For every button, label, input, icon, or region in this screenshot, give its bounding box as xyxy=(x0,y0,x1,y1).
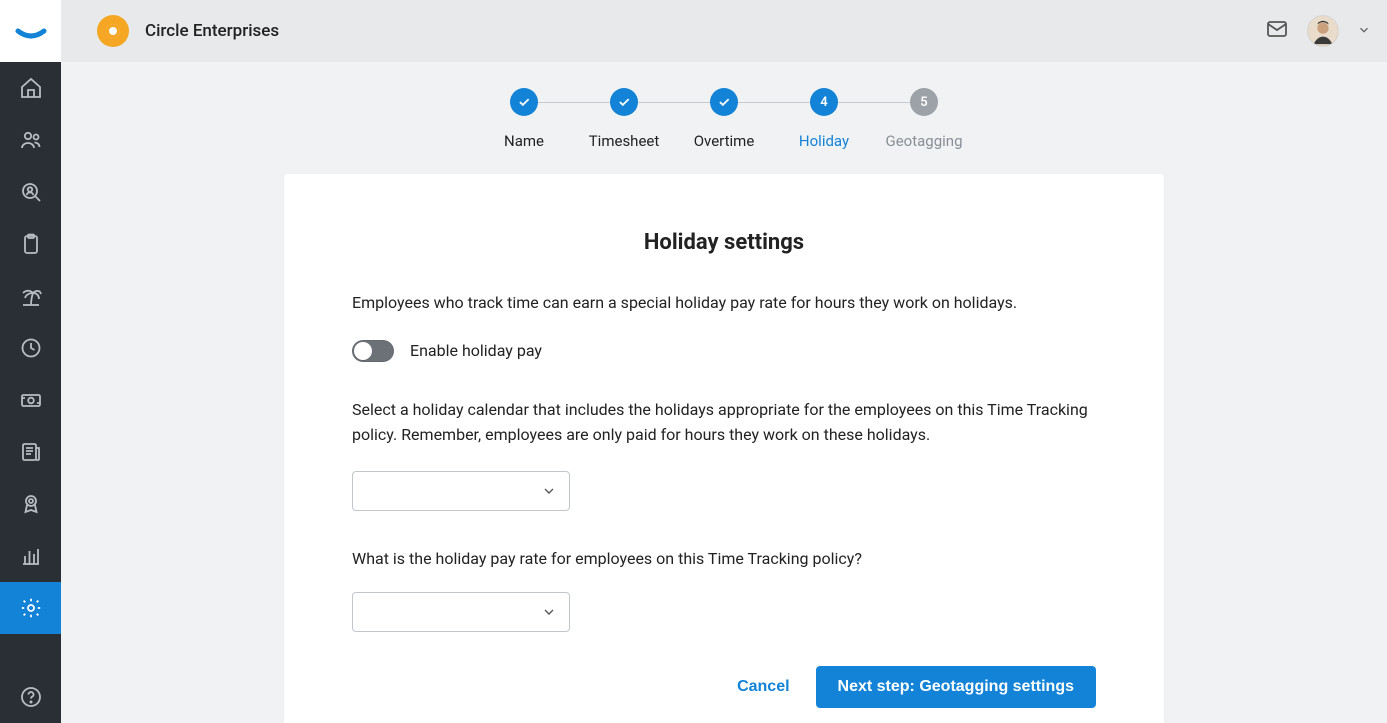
step-name[interactable]: Name xyxy=(474,88,574,150)
step-geotagging[interactable]: 5 Geotagging xyxy=(874,88,974,150)
check-icon xyxy=(517,95,531,109)
bar-chart-icon xyxy=(19,544,43,568)
chevron-down-icon xyxy=(541,604,557,620)
nav-time[interactable] xyxy=(0,322,61,374)
rate-help-text: What is the holiday pay rate for employe… xyxy=(352,547,1096,572)
user-menu-caret[interactable] xyxy=(1357,22,1371,41)
step-label: Holiday xyxy=(799,132,849,150)
inbox-button[interactable] xyxy=(1265,17,1289,45)
clock-icon xyxy=(19,336,43,360)
palm-tree-icon xyxy=(19,284,43,308)
toggle-label: Enable holiday pay xyxy=(410,341,542,360)
user-avatar[interactable] xyxy=(1307,15,1339,47)
chevron-down-icon xyxy=(541,483,557,499)
step-timesheet[interactable]: Timesheet xyxy=(574,88,674,150)
gear-icon xyxy=(19,596,43,620)
content-area: Name Timesheet Overtime 4 Holiday 5 Geot… xyxy=(61,62,1387,723)
check-icon xyxy=(617,95,631,109)
top-header: Circle Enterprises xyxy=(61,0,1387,62)
nav-hiring[interactable] xyxy=(0,166,61,218)
mail-icon xyxy=(1265,17,1289,41)
nav-files[interactable] xyxy=(0,218,61,270)
calendar-help-text: Select a holiday calendar that includes … xyxy=(352,398,1096,448)
company-name: Circle Enterprises xyxy=(145,21,279,41)
step-label: Name xyxy=(504,132,544,150)
chevron-down-icon xyxy=(1357,23,1371,37)
logo-swoosh-icon xyxy=(14,21,48,41)
nav-benefits[interactable] xyxy=(0,478,61,530)
card-actions: Cancel Next step: Geotagging settings xyxy=(352,666,1096,708)
step-holiday[interactable]: 4 Holiday xyxy=(774,88,874,150)
step-label: Geotagging xyxy=(886,132,963,150)
news-icon xyxy=(19,440,43,464)
nav-documents[interactable] xyxy=(0,426,61,478)
person-search-icon xyxy=(19,180,43,204)
step-label: Overtime xyxy=(694,132,755,150)
intro-text: Employees who track time can earn a spec… xyxy=(352,291,1096,316)
nav-timeoff[interactable] xyxy=(0,270,61,322)
wizard-stepper: Name Timesheet Overtime 4 Holiday 5 Geot… xyxy=(61,62,1387,150)
step-circle xyxy=(510,88,538,116)
step-circle: 5 xyxy=(910,88,938,116)
nav-help[interactable] xyxy=(0,671,61,723)
avatar-face-icon xyxy=(1308,15,1338,47)
company-logo xyxy=(97,15,129,47)
nav-payroll[interactable] xyxy=(0,374,61,426)
step-circle: 4 xyxy=(810,88,838,116)
award-icon xyxy=(19,492,43,516)
home-icon xyxy=(19,76,43,100)
toggle-knob xyxy=(354,342,372,360)
step-label: Timesheet xyxy=(589,132,660,150)
app-logo xyxy=(0,0,61,62)
nav-home[interactable] xyxy=(0,62,61,114)
settings-card: Holiday settings Employees who track tim… xyxy=(284,174,1164,723)
help-icon xyxy=(19,685,43,709)
people-icon xyxy=(19,128,43,152)
step-overtime[interactable]: Overtime xyxy=(674,88,774,150)
nav-settings[interactable] xyxy=(0,582,61,634)
nav-reports[interactable] xyxy=(0,530,61,582)
enable-holiday-pay-toggle[interactable] xyxy=(352,340,394,362)
check-icon xyxy=(717,95,731,109)
next-step-button[interactable]: Next step: Geotagging settings xyxy=(816,666,1096,708)
cancel-button[interactable]: Cancel xyxy=(737,678,789,696)
enable-holiday-pay-row: Enable holiday pay xyxy=(352,340,1096,362)
money-icon xyxy=(19,388,43,412)
card-title: Holiday settings xyxy=(352,230,1096,255)
step-circle xyxy=(610,88,638,116)
clipboard-icon xyxy=(19,232,43,256)
nav-people[interactable] xyxy=(0,114,61,166)
step-circle xyxy=(710,88,738,116)
sidebar xyxy=(0,0,61,723)
holiday-calendar-select[interactable] xyxy=(352,471,570,511)
holiday-rate-select[interactable] xyxy=(352,592,570,632)
